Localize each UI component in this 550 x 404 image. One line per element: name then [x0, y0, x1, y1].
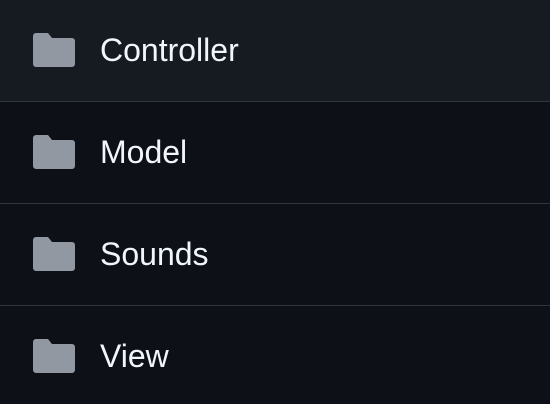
folder-icon [33, 237, 75, 271]
folder-name[interactable]: Model [100, 136, 187, 168]
folder-row-model[interactable]: Model [0, 102, 550, 203]
folder-name[interactable]: View [100, 340, 169, 372]
folder-icon [33, 33, 75, 67]
file-list: Controller Model Sounds View [0, 0, 550, 404]
folder-name[interactable]: Sounds [100, 238, 209, 270]
folder-row-controller[interactable]: Controller [0, 0, 550, 101]
folder-icon [33, 339, 75, 373]
folder-row-sounds[interactable]: Sounds [0, 204, 550, 305]
folder-row-view[interactable]: View [0, 306, 550, 404]
folder-name[interactable]: Controller [100, 34, 239, 66]
folder-icon [33, 135, 75, 169]
